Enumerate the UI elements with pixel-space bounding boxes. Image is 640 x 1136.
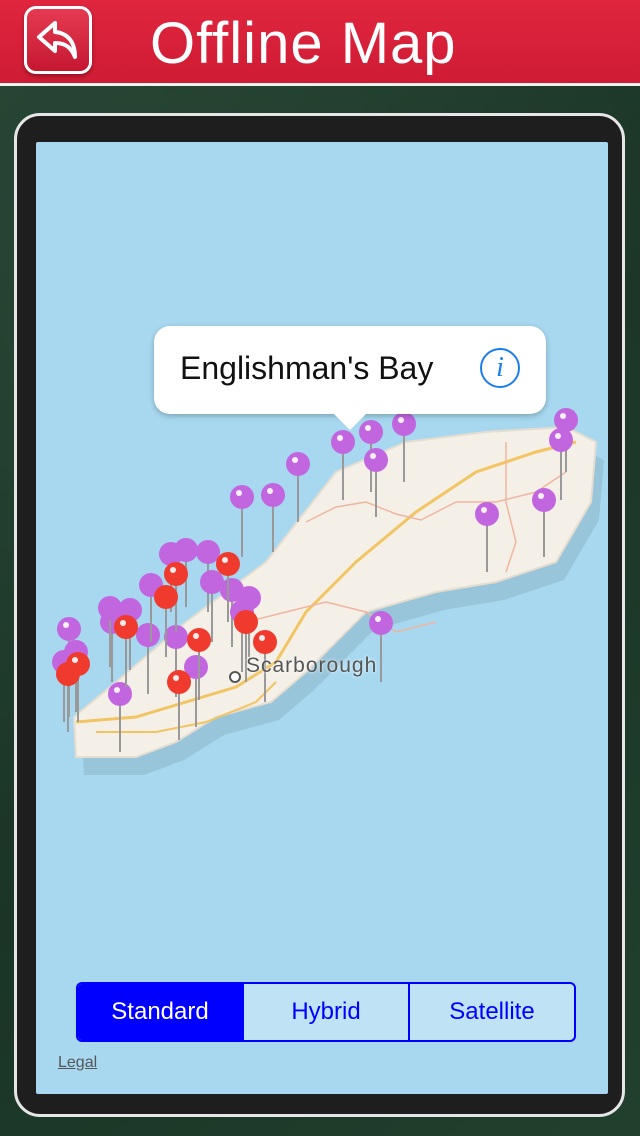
pin[interactable] <box>532 488 556 557</box>
pin[interactable] <box>392 412 416 482</box>
pin[interactable] <box>184 655 208 727</box>
app-header: Offline Map <box>0 0 640 86</box>
pin-red[interactable] <box>167 670 191 740</box>
pin[interactable] <box>364 448 388 517</box>
back-arrow-icon <box>37 21 77 59</box>
callout-title: Englishman's Bay <box>180 350 434 386</box>
pin[interactable] <box>331 430 355 500</box>
legal-link[interactable]: Legal <box>58 1054 97 1072</box>
map-type-segmented-control[interactable]: Standard Hybrid Satellite <box>76 982 576 1042</box>
map-callout[interactable]: Englishman's Bay i <box>154 326 546 430</box>
pin[interactable] <box>136 623 160 694</box>
pin[interactable] <box>475 502 499 572</box>
info-icon[interactable]: i <box>480 348 520 388</box>
map-pins <box>52 408 578 752</box>
back-button[interactable] <box>24 6 92 74</box>
pin-red[interactable] <box>114 615 138 687</box>
pin[interactable] <box>230 485 254 557</box>
segment-standard[interactable]: Standard <box>78 984 242 1040</box>
pin[interactable] <box>549 428 573 500</box>
pin[interactable] <box>286 452 310 522</box>
place-label: Scarborough <box>246 654 378 677</box>
page-title: Offline Map <box>150 11 457 76</box>
pin[interactable] <box>261 483 285 552</box>
map-view[interactable]: Englishman's Bay i Scarborough Standard … <box>36 142 608 1094</box>
segment-hybrid[interactable]: Hybrid <box>242 984 408 1040</box>
segment-satellite[interactable]: Satellite <box>408 984 574 1040</box>
pin[interactable] <box>108 682 132 752</box>
